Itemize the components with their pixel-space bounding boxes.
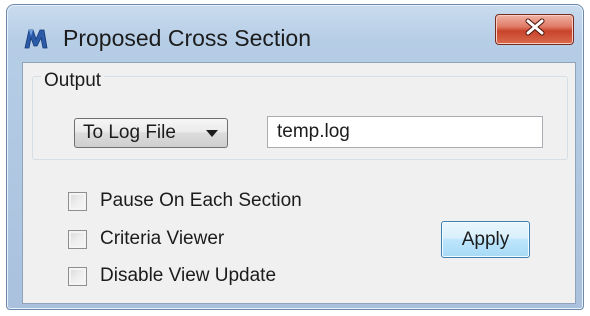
- log-file-input[interactable]: [267, 116, 543, 148]
- dialog-window: Proposed Cross Section Output To Log Fil…: [6, 4, 584, 310]
- close-icon: [524, 18, 546, 41]
- output-mode-dropdown[interactable]: To Log File: [74, 118, 228, 148]
- pause-on-each-section-label: Pause On Each Section: [100, 190, 302, 211]
- output-mode-value: To Log File: [83, 122, 176, 143]
- disable-view-update-option[interactable]: Disable View Update: [68, 263, 276, 289]
- criteria-viewer-label: Criteria Viewer: [100, 228, 225, 249]
- window-title: Proposed Cross Section: [63, 25, 312, 51]
- criteria-viewer-option[interactable]: Criteria Viewer: [68, 226, 224, 252]
- criteria-viewer-checkbox[interactable]: [68, 229, 87, 249]
- apply-button[interactable]: Apply: [441, 221, 530, 258]
- close-button[interactable]: [495, 14, 574, 45]
- disable-view-update-checkbox[interactable]: [68, 266, 87, 286]
- app-logo-icon: [23, 27, 49, 49]
- pause-on-each-section-checkbox[interactable]: [68, 191, 87, 211]
- chevron-down-icon: [206, 130, 218, 137]
- pause-on-each-section-option[interactable]: Pause On Each Section: [68, 188, 302, 214]
- output-group-label: Output: [41, 70, 105, 92]
- disable-view-update-label: Disable View Update: [100, 265, 277, 286]
- dialog-content: Output To Log File Pause On Each Section…: [22, 62, 576, 304]
